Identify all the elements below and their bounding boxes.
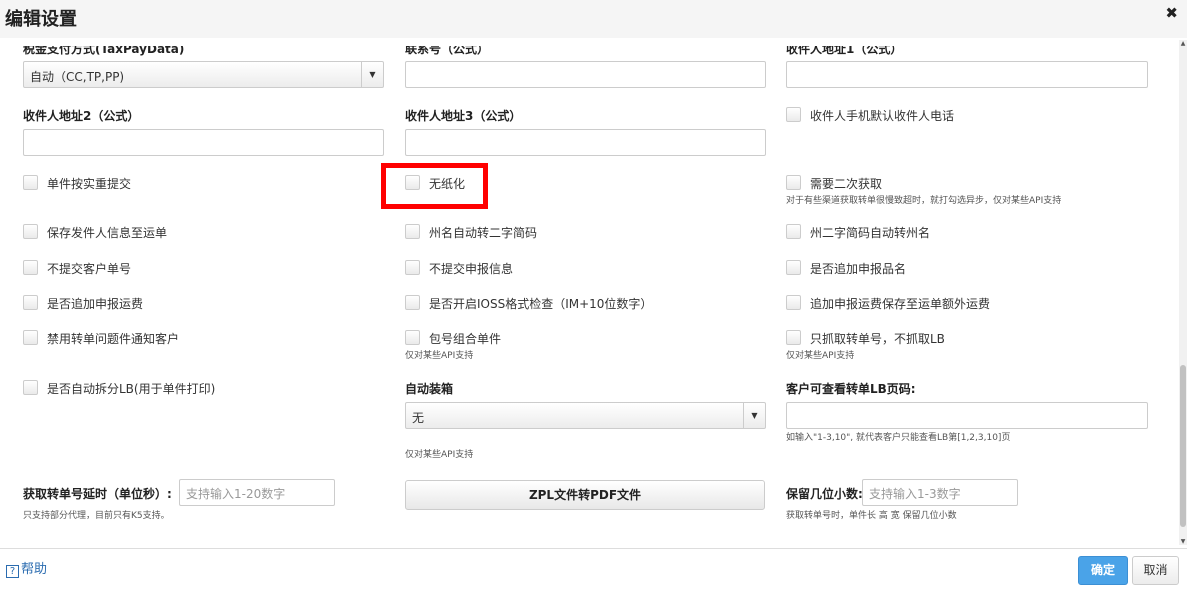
no-customer-no-checkbox[interactable] — [23, 260, 38, 275]
only-fetch-no-note: 仅对某些API支持 — [786, 351, 855, 361]
help-icon: ? — [6, 565, 19, 578]
address2-label: 收件人地址2（公式） — [23, 109, 140, 123]
scrollbar-thumb[interactable] — [1180, 365, 1186, 527]
dialog-footer: ? 帮助 确定 取消 — [0, 548, 1187, 589]
disable-notify-checkbox[interactable] — [23, 330, 38, 345]
lb-pages-input[interactable] — [786, 402, 1148, 429]
address3-input[interactable] — [405, 129, 766, 156]
delay-placeholder: 支持输入1-20数字 — [186, 487, 286, 501]
save-sender-checkbox[interactable] — [23, 224, 38, 239]
package-combine-checkbox[interactable] — [405, 330, 420, 345]
save-sender-label: 保存发件人信息至运单 — [47, 226, 168, 240]
dialog-header: 编辑设置 ✖ — [0, 0, 1187, 38]
tax-pay-label: 税金支付方式(TaxPayData) — [23, 42, 185, 56]
state-to-code-checkbox[interactable] — [405, 224, 420, 239]
ioss-check-label: 是否开启IOSS格式检查（IM+10位数字） — [429, 297, 653, 311]
secondary-fetch-note: 对于有些渠道获取转单很慢致超时，就打勾选异步，仅对某些API支持 — [786, 196, 1062, 206]
append-freight-extra-label: 追加申报运费保存至运单额外运费 — [810, 297, 991, 311]
highlight-box — [381, 163, 488, 209]
decimals-input[interactable]: 支持输入1-3数字 — [862, 479, 1018, 506]
tax-pay-value: 自动（CC,TP,PP) — [30, 70, 125, 84]
single-actual-weight-label: 单件按实重提交 — [47, 177, 132, 191]
delay-note: 只支持部分代理，目前只有K5支持。 — [23, 511, 170, 521]
code-to-state-label: 州二字简码自动转州名 — [810, 226, 931, 240]
address1-input[interactable] — [786, 61, 1148, 88]
dialog-body: 税金支付方式(TaxPayData) 自动（CC,TP,PP) ▼ 联系号（公式… — [0, 38, 1187, 548]
append-declare-freight-checkbox[interactable] — [23, 295, 38, 310]
auto-split-lb-label: 是否自动拆分LB(用于单件打印) — [47, 382, 216, 396]
auto-box-label: 自动装箱 — [405, 382, 454, 396]
ioss-check-checkbox[interactable] — [405, 295, 420, 310]
no-customer-no-label: 不提交客户单号 — [47, 262, 132, 276]
decimals-note: 获取转单号时，单件长 高 宽 保留几位小数 — [786, 511, 957, 521]
append-freight-extra-checkbox[interactable] — [786, 295, 801, 310]
scrollbar[interactable]: ▲ ▼ — [1179, 40, 1187, 545]
package-combine-label: 包号组合单件 — [429, 332, 502, 346]
close-icon[interactable]: ✖ — [1165, 4, 1178, 22]
decimals-label: 保留几位小数: — [786, 487, 863, 501]
phone-default-label: 收件人手机默认收件人电话 — [810, 109, 955, 123]
no-declare-checkbox[interactable] — [405, 260, 420, 275]
auto-split-lb-checkbox[interactable] — [23, 380, 38, 395]
confirm-button[interactable]: 确定 — [1078, 556, 1128, 585]
only-fetch-no-checkbox[interactable] — [786, 330, 801, 345]
delay-label: 获取转单号延时（单位秒）: — [23, 487, 172, 501]
decimals-placeholder: 支持输入1-3数字 — [869, 487, 961, 501]
lb-pages-label: 客户可查看转单LB页码: — [786, 382, 916, 396]
phone-default-checkbox[interactable] — [786, 107, 801, 122]
disable-notify-label: 禁用转单问题件通知客户 — [47, 332, 180, 346]
auto-box-value: 无 — [412, 411, 425, 425]
contact-no-label: 联系号（公式） — [405, 42, 490, 56]
tax-pay-select[interactable]: 自动（CC,TP,PP) ▼ — [23, 61, 384, 88]
help-link[interactable]: ? 帮助 — [6, 558, 47, 578]
secondary-fetch-checkbox[interactable] — [786, 175, 801, 190]
single-actual-weight-checkbox[interactable] — [23, 175, 38, 190]
append-declare-freight-label: 是否追加申报运费 — [47, 297, 144, 311]
address2-input[interactable] — [23, 129, 384, 156]
chevron-down-icon: ▼ — [361, 62, 383, 87]
delay-input[interactable]: 支持输入1-20数字 — [179, 479, 335, 506]
append-declare-name-label: 是否追加申报品名 — [810, 262, 907, 276]
no-declare-label: 不提交申报信息 — [429, 262, 514, 276]
help-label: 帮助 — [21, 562, 48, 577]
dialog-title: 编辑设置 — [5, 9, 77, 30]
secondary-fetch-label: 需要二次获取 — [810, 177, 883, 191]
scroll-down-icon[interactable]: ▼ — [1179, 538, 1187, 545]
append-declare-name-checkbox[interactable] — [786, 260, 801, 275]
only-fetch-no-label: 只抓取转单号，不抓取LB — [810, 332, 945, 346]
address1-label: 收件人地址1（公式） — [786, 42, 903, 56]
package-combine-note: 仅对某些API支持 — [405, 351, 474, 361]
contact-no-input[interactable] — [405, 61, 766, 88]
cancel-button[interactable]: 取消 — [1132, 556, 1179, 585]
chevron-down-icon: ▼ — [743, 403, 765, 428]
auto-box-select[interactable]: 无 ▼ — [405, 402, 766, 429]
auto-box-note: 仅对某些API支持 — [405, 450, 474, 460]
address3-label: 收件人地址3（公式） — [405, 109, 522, 123]
code-to-state-checkbox[interactable] — [786, 224, 801, 239]
scroll-up-icon[interactable]: ▲ — [1179, 40, 1187, 47]
state-to-code-label: 州名自动转二字简码 — [429, 226, 538, 240]
lb-pages-note: 如输入"1-3,10", 就代表客户只能查看LB第[1,2,3,10]页 — [786, 433, 1011, 443]
zpl-to-pdf-button[interactable]: ZPL文件转PDF文件 — [405, 480, 765, 510]
